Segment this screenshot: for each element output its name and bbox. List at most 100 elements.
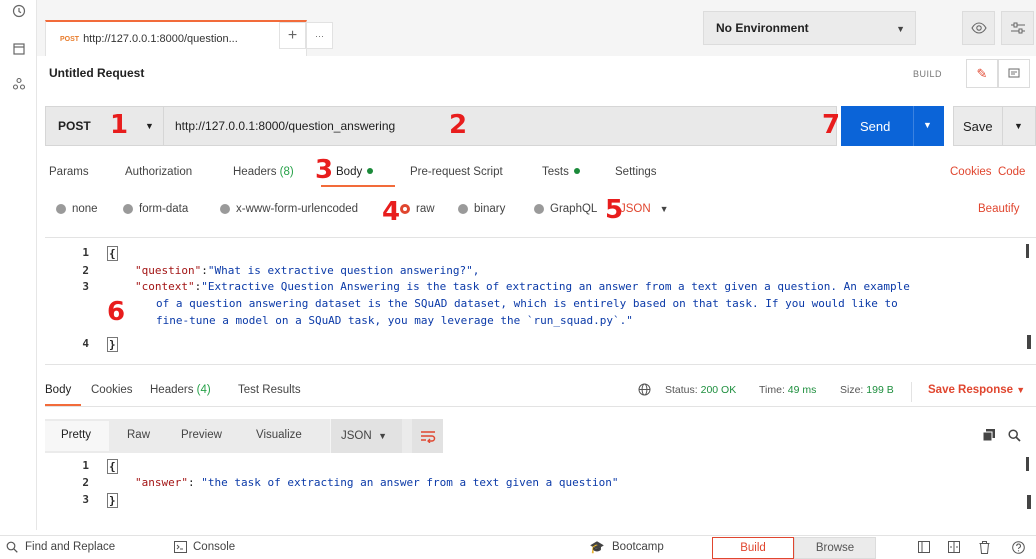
- save-response-label: Save Response: [928, 384, 1014, 396]
- send-options-chevron-icon[interactable]: ▼: [923, 120, 932, 130]
- search-icon[interactable]: [1007, 428, 1021, 442]
- url-input[interactable]: http://127.0.0.1:8000/question_answering: [175, 119, 395, 133]
- editor-cursor-marker: [1027, 335, 1031, 349]
- beautify-link[interactable]: Beautify: [978, 203, 1020, 215]
- response-body-editor[interactable]: 1 2 3 { "answer": "the task of extractin…: [45, 455, 1036, 515]
- tab-title: http://127.0.0.1:8000/question...: [83, 33, 238, 45]
- response-format-select[interactable]: JSON ▼: [330, 419, 402, 453]
- radio-graphql[interactable]: GraphQL: [534, 203, 597, 215]
- option-label: raw: [416, 203, 435, 215]
- line-number: 1: [82, 459, 89, 472]
- tab-method: POST: [60, 35, 80, 43]
- console-button[interactable]: Console: [193, 541, 235, 553]
- trash-icon[interactable]: [977, 540, 991, 554]
- save-divider: [1002, 107, 1003, 145]
- radio-raw[interactable]: raw: [400, 203, 435, 215]
- tests-indicator-dot: [573, 168, 580, 174]
- bootcamp-icon: 🎓: [589, 540, 605, 554]
- globe-icon[interactable]: [638, 383, 651, 399]
- request-links: Cookies Code: [950, 166, 1025, 178]
- view-preview[interactable]: Preview: [181, 429, 222, 441]
- tab-more-button[interactable]: ···: [306, 22, 333, 49]
- send-label: Send: [860, 118, 891, 134]
- comments-icon[interactable]: [998, 59, 1030, 88]
- method-label: POST: [58, 119, 91, 133]
- wrap-lines-icon[interactable]: [412, 419, 443, 453]
- tab-params[interactable]: Params: [49, 166, 89, 178]
- line-number: 2: [82, 476, 89, 489]
- eye-icon[interactable]: [962, 11, 995, 45]
- radio-icon: [123, 204, 133, 214]
- tab-tests[interactable]: Tests: [542, 166, 580, 178]
- line-number: 1: [82, 246, 89, 259]
- headers-label: Headers: [233, 166, 277, 178]
- method-select[interactable]: POST ▼: [46, 107, 164, 145]
- format-label: JSON: [341, 430, 372, 442]
- view-raw[interactable]: Raw: [127, 429, 150, 441]
- apis-icon[interactable]: [10, 75, 27, 92]
- annotation-3: 3: [315, 155, 334, 185]
- url-bar: POST ▼ http://127.0.0.1:8000/question_an…: [45, 106, 837, 146]
- line-number: 3: [82, 493, 89, 506]
- save-button[interactable]: Save ▼: [953, 106, 1036, 146]
- request-body-editor[interactable]: 1 2 3 4 { "question":"What is extractive…: [45, 237, 1036, 365]
- find-replace-button[interactable]: Find and Replace: [25, 541, 115, 553]
- open-brace: {: [107, 246, 118, 261]
- save-label: Save: [963, 118, 993, 134]
- annotation-5: 5: [605, 195, 624, 225]
- editor-scroll-marker: [1026, 457, 1029, 471]
- tab-pre-request-script[interactable]: Pre-request Script: [410, 166, 503, 178]
- radio-binary[interactable]: binary: [458, 203, 505, 215]
- open-brace: {: [107, 459, 118, 474]
- send-button[interactable]: Send ▼: [841, 106, 944, 146]
- cookies-link[interactable]: Cookies: [950, 166, 992, 178]
- code-line: "question":"What is extractive question …: [135, 264, 480, 277]
- body-label: Body: [336, 166, 363, 178]
- copy-icon[interactable]: [982, 428, 996, 442]
- build-mode-button[interactable]: Build: [712, 537, 794, 559]
- radio-icon: [458, 204, 468, 214]
- environment-settings-icon[interactable]: [1001, 11, 1034, 45]
- collections-icon[interactable]: [10, 40, 27, 57]
- json-value: "What is extractive question answering?"…: [207, 264, 480, 277]
- grid-view-icon[interactable]: [947, 540, 961, 554]
- code-link[interactable]: Code: [998, 166, 1026, 178]
- option-label: binary: [474, 203, 506, 215]
- send-divider: [913, 106, 914, 146]
- json-value: "Extractive Question Answering is the ta…: [201, 280, 910, 293]
- radio-form-data[interactable]: form-data: [123, 203, 188, 215]
- response-tab-headers[interactable]: Headers (4): [150, 384, 211, 396]
- code-line: of a question answering dataset is the S…: [156, 297, 898, 310]
- tab-settings[interactable]: Settings: [615, 166, 657, 178]
- request-tab[interactable]: POST http://127.0.0.1:8000/question...: [45, 20, 307, 56]
- view-visualize[interactable]: Visualize: [256, 429, 302, 441]
- radio-x-www-form-urlencoded[interactable]: x-www-form-urlencoded: [220, 203, 358, 215]
- body-format-select[interactable]: JSON ▼: [620, 203, 669, 215]
- pencil-icon[interactable]: ✎: [966, 59, 998, 88]
- radio-none[interactable]: none: [56, 203, 98, 215]
- history-icon[interactable]: [10, 2, 27, 19]
- line-number: 4: [82, 337, 89, 350]
- tab-body[interactable]: Body: [336, 166, 374, 178]
- response-tab-body[interactable]: Body: [45, 384, 71, 396]
- response-tab-test-results[interactable]: Test Results: [238, 384, 301, 396]
- help-icon[interactable]: [1011, 540, 1025, 554]
- radio-selected-icon: [400, 204, 410, 214]
- environment-select[interactable]: No Environment ▼: [703, 11, 916, 45]
- new-tab-button[interactable]: +: [279, 22, 306, 49]
- code-line: {: [107, 459, 118, 474]
- radio-icon: [56, 204, 66, 214]
- save-response-button[interactable]: Save Response ▼: [928, 384, 1025, 396]
- two-pane-view-icon[interactable]: [917, 540, 931, 554]
- size-value: 199 B: [866, 384, 894, 396]
- browse-mode-button[interactable]: Browse: [794, 537, 876, 559]
- code-line: {: [107, 246, 118, 261]
- body-indicator-dot: [367, 168, 374, 174]
- bootcamp-button[interactable]: Bootcamp: [612, 541, 664, 553]
- tab-authorization[interactable]: Authorization: [125, 166, 192, 178]
- view-pretty[interactable]: Pretty: [61, 429, 91, 441]
- tab-headers[interactable]: Headers (8): [233, 166, 294, 178]
- request-title[interactable]: Untitled Request: [49, 66, 144, 80]
- save-options-chevron-icon[interactable]: ▼: [1014, 121, 1023, 131]
- response-tab-cookies[interactable]: Cookies: [91, 384, 133, 396]
